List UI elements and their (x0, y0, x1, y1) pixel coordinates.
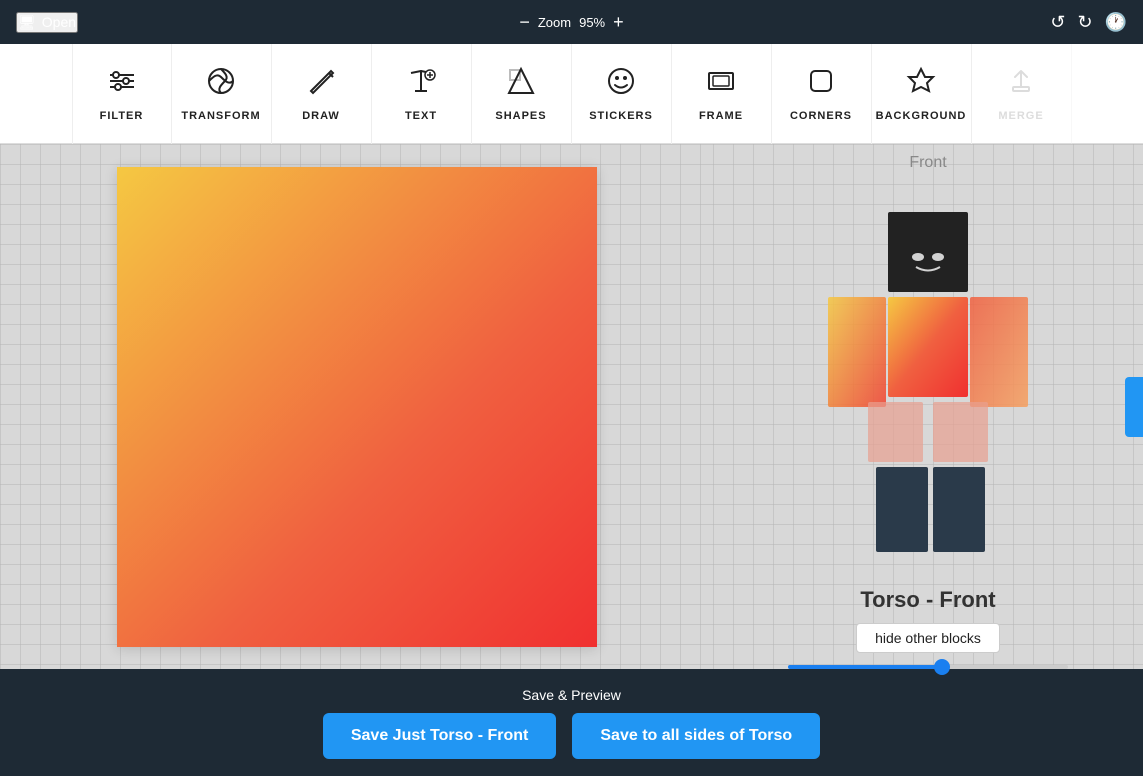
shapes-icon (505, 65, 537, 102)
zoom-label: Zoom (538, 15, 571, 30)
zoom-control: − Zoom 95% + (519, 12, 623, 33)
filter-icon (106, 65, 138, 102)
toolbar-item-frame[interactable]: FRAME (672, 44, 772, 144)
frame-label: FRAME (699, 110, 743, 122)
draw-icon (305, 65, 337, 102)
merge-icon (1005, 65, 1037, 102)
preview-area: Front (713, 144, 1143, 669)
canvas-area (0, 144, 713, 669)
save-just-torso-button[interactable]: Save Just Torso - Front (323, 713, 557, 759)
zoom-value: 95% (579, 15, 605, 30)
undo-button[interactable]: ↺ (1050, 12, 1065, 33)
draw-label: DRAW (302, 110, 340, 122)
head (888, 212, 968, 292)
redo-button[interactable]: ↻ (1077, 12, 1092, 33)
text-label: TEXT (405, 110, 437, 122)
toolbar-item-draw[interactable]: DRAW (272, 44, 372, 144)
shapes-label: SHAPES (495, 110, 546, 122)
right-arm (970, 297, 1028, 407)
bottom-buttons: Save Just Torso - Front Save to all side… (323, 713, 820, 759)
toolbar-item-shapes[interactable]: SHAPES (472, 44, 572, 144)
slider-track (788, 665, 1068, 669)
toolbar-item-stickers[interactable]: STICKERS (572, 44, 672, 144)
left-leg-upper (868, 402, 923, 462)
transform-icon (205, 65, 237, 102)
torso-front (888, 297, 968, 397)
right-leg-lower (933, 467, 985, 552)
corners-label: CORNERS (790, 110, 852, 122)
top-bar-left: 🖥 Open (16, 12, 78, 33)
zoom-plus-button[interactable]: + (613, 12, 624, 33)
stickers-icon (605, 65, 637, 102)
corners-icon (805, 65, 837, 102)
canvas-content (117, 167, 597, 647)
preview-direction-label: Front (909, 154, 946, 172)
save-preview-label: Save & Preview (522, 687, 621, 703)
open-label: Open (42, 14, 76, 30)
main-area: Front (0, 144, 1143, 669)
left-arm (828, 297, 886, 407)
right-edge-tab[interactable] (1125, 377, 1143, 437)
hide-other-blocks-button[interactable]: hide other blocks (856, 623, 1000, 653)
toolbar-item-filter[interactable]: FILTER (72, 44, 172, 144)
stickers-label: STICKERS (589, 110, 653, 122)
frame-icon (705, 65, 737, 102)
zoom-minus-button[interactable]: − (519, 12, 530, 33)
left-leg-lower (876, 467, 928, 552)
slider-fill (788, 665, 942, 669)
open-button[interactable]: 🖥 Open (16, 12, 78, 33)
character-container (713, 180, 1143, 583)
toolbar-item-text[interactable]: TEXT (372, 44, 472, 144)
bottom-bar: Save & Preview Save Just Torso - Front S… (0, 669, 1143, 776)
top-bar-right: ↺ ↻ 🕐 (1050, 12, 1127, 33)
open-icon: 🖥 (18, 14, 36, 31)
slider-thumb[interactable] (934, 659, 950, 675)
filter-label: FILTER (100, 110, 144, 122)
toolbar-item-corners[interactable]: CORNERS (772, 44, 872, 144)
toolbar-item-merge: MERGE (972, 44, 1072, 144)
toolbar-item-background[interactable]: BACKGROUND (872, 44, 972, 144)
background-icon (905, 65, 937, 102)
part-label: Torso - Front (860, 587, 995, 613)
save-all-sides-button[interactable]: Save to all sides of Torso (572, 713, 820, 759)
toolbar-items: FILTER TRANSFORM DRAW (72, 44, 1072, 144)
history-button[interactable]: 🕐 (1105, 12, 1127, 33)
background-label: BACKGROUND (876, 110, 967, 122)
character-svg (778, 202, 1078, 562)
top-bar: 🖥 Open − Zoom 95% + ↺ ↻ 🕐 (0, 0, 1143, 44)
slider-area (788, 665, 1068, 669)
transform-label: TRANSFORM (181, 110, 260, 122)
merge-label: MERGE (998, 110, 1043, 122)
toolbar-item-transform[interactable]: TRANSFORM (172, 44, 272, 144)
right-leg-upper (933, 402, 988, 462)
toolbar: FILTER TRANSFORM DRAW (0, 44, 1143, 144)
text-icon (405, 65, 437, 102)
